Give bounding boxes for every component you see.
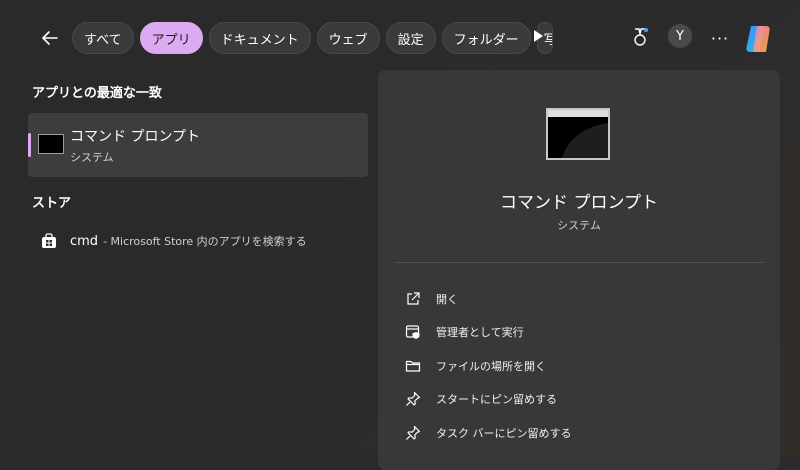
- action-pin-to-taskbar[interactable]: タスク バーにピン留めする: [404, 416, 572, 450]
- open-external-icon: [404, 290, 422, 308]
- tab-settings[interactable]: 設定: [385, 22, 436, 54]
- more-options-button[interactable]: ···: [708, 24, 732, 52]
- preview-app-name: コマンド プロンプト: [500, 193, 658, 213]
- avatar[interactable]: Y: [668, 24, 692, 48]
- action-open-file-location[interactable]: ファイルの場所を開く: [404, 349, 572, 383]
- store-icon: [42, 233, 56, 248]
- divider: [394, 262, 764, 263]
- best-match-item[interactable]: コマンド プロンプト システム: [28, 113, 368, 177]
- selection-indicator: [28, 133, 31, 157]
- back-button[interactable]: [36, 24, 64, 52]
- pin-icon: [404, 424, 422, 442]
- tab-folders[interactable]: フォルダー: [441, 22, 531, 54]
- copilot-button[interactable]: [742, 22, 776, 56]
- copilot-icon: [746, 26, 770, 52]
- command-prompt-large-icon: [546, 108, 610, 160]
- more-filters-button[interactable]: [531, 28, 545, 48]
- search-filter-bar: すべて アプリ ドキュメント ウェブ 設定 フォルダー 写 Y ···: [0, 0, 800, 70]
- store-search-item[interactable]: cmd - Microsoft Store 内のアプリを検索する: [40, 232, 307, 250]
- rewards-button[interactable]: [628, 24, 652, 52]
- best-match-name: コマンド プロンプト: [70, 129, 201, 145]
- command-prompt-icon: [38, 134, 64, 154]
- action-label: 開く: [436, 292, 458, 306]
- filter-tabs: すべて アプリ ドキュメント ウェブ 設定 フォルダー 写: [72, 22, 553, 54]
- action-label: スタートにピン留めする: [436, 393, 557, 407]
- preview-pane: コマンド プロンプト システム 開く 管理者として実行 ファイルの場所を開く ス…: [378, 70, 780, 470]
- action-label: ファイルの場所を開く: [436, 359, 546, 373]
- action-run-as-admin[interactable]: 管理者として実行: [404, 316, 572, 350]
- best-match-heading: アプリとの最適な一致: [32, 86, 162, 101]
- back-arrow-icon: [42, 31, 58, 45]
- store-description: - Microsoft Store 内のアプリを検索する: [103, 235, 307, 248]
- play-icon: [534, 30, 543, 42]
- tab-all[interactable]: すべて: [72, 22, 134, 54]
- run-as-admin-icon: [404, 323, 422, 341]
- action-open[interactable]: 開く: [404, 282, 572, 316]
- action-list: 開く 管理者として実行 ファイルの場所を開く スタートにピン留めする タスク バ…: [404, 282, 572, 450]
- tab-web[interactable]: ウェブ: [316, 22, 380, 54]
- action-label: タスク バーにピン留めする: [436, 426, 572, 440]
- folder-icon: [404, 357, 422, 375]
- pin-icon: [404, 390, 422, 408]
- tab-documents[interactable]: ドキュメント: [208, 22, 311, 54]
- tab-apps[interactable]: アプリ: [139, 22, 203, 54]
- preview-app-type: システム: [557, 219, 601, 232]
- action-pin-to-start[interactable]: スタートにピン留めする: [404, 383, 572, 417]
- action-label: 管理者として実行: [436, 326, 524, 340]
- store-heading: ストア: [32, 196, 72, 211]
- store-query: cmd: [70, 233, 99, 249]
- medal-icon: [634, 28, 648, 46]
- best-match-type: システム: [70, 151, 114, 164]
